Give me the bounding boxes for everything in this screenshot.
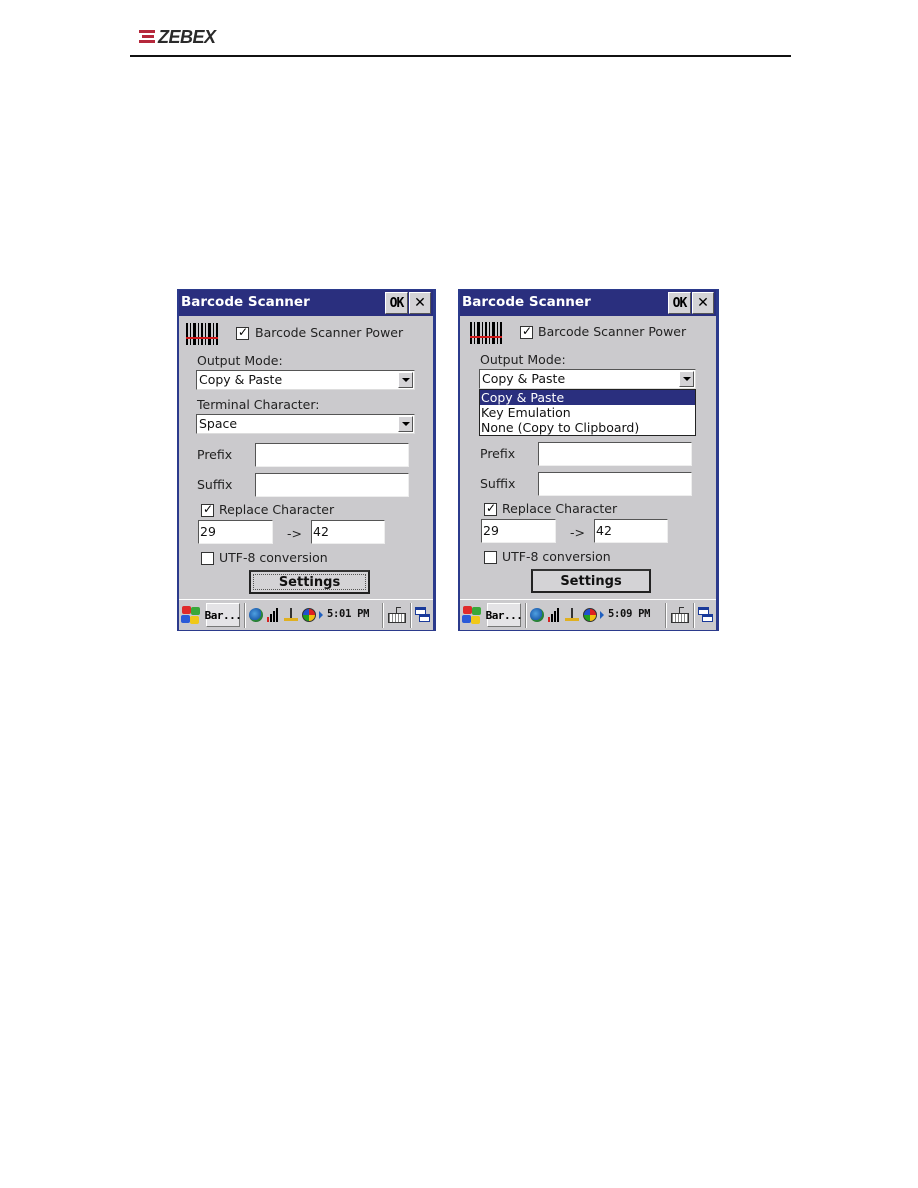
utf8-label: UTF-8 conversion: [219, 550, 328, 565]
suffix-input[interactable]: [255, 473, 409, 497]
close-button[interactable]: ✕: [409, 292, 431, 314]
power-label: Barcode Scanner Power: [255, 325, 404, 340]
tray-expand-icon[interactable]: [319, 611, 323, 619]
dropdown-option-copy-paste[interactable]: Copy & Paste: [480, 390, 695, 405]
replace-to-input[interactable]: 42: [311, 520, 385, 544]
replace-from-input[interactable]: 29: [198, 520, 273, 544]
utf8-checkbox[interactable]: [484, 551, 497, 564]
chevron-down-icon[interactable]: [398, 372, 413, 388]
barcode-icon: [186, 323, 218, 345]
settings-button[interactable]: Settings: [531, 569, 651, 593]
power-label: Barcode Scanner Power: [538, 324, 687, 339]
ok-button[interactable]: OK: [385, 292, 408, 314]
header-divider: [130, 55, 791, 57]
brand-name: ZEBEX: [158, 27, 216, 47]
suffix-label: Suffix: [197, 477, 233, 492]
network-globe-icon[interactable]: [249, 608, 263, 622]
prefix-input[interactable]: [255, 443, 409, 467]
taskbar-app-button[interactable]: Bar...: [486, 603, 523, 627]
dropdown-option-key-emulation[interactable]: Key Emulation: [480, 405, 695, 420]
taskbar-separator: [410, 603, 412, 628]
title-bar: Barcode Scanner OK ✕: [179, 290, 433, 316]
window: Barcode Scanner OK ✕ ✓ Barcode Scanner P…: [460, 290, 716, 630]
output-mode-value: Copy & Paste: [482, 371, 566, 386]
replace-character-checkbox[interactable]: ✓: [201, 502, 214, 517]
clock[interactable]: 5:01 PM: [327, 608, 369, 620]
check-icon: ✓: [203, 502, 214, 516]
close-icon: ✕: [414, 295, 426, 311]
utf8-checkbox[interactable]: [201, 552, 214, 565]
suffix-input[interactable]: [538, 472, 692, 496]
network-globe-icon[interactable]: [530, 608, 544, 622]
terminal-character-value: Space: [199, 416, 238, 431]
connection-icon[interactable]: [565, 608, 579, 622]
media-icon[interactable]: [583, 608, 597, 622]
output-mode-value: Copy & Paste: [199, 372, 283, 387]
replace-character-label: Replace Character: [219, 502, 335, 517]
taskbar-separator: [665, 603, 667, 628]
output-mode-select[interactable]: Copy & Paste: [196, 370, 415, 390]
screenshot-right: Barcode Scanner OK ✕ ✓ Barcode Scanner P…: [458, 289, 719, 631]
windows-start-icon[interactable]: [462, 605, 482, 625]
replace-character-label: Replace Character: [502, 501, 618, 516]
settings-button[interactable]: Settings: [249, 570, 370, 594]
tray-expand-icon[interactable]: [600, 611, 604, 619]
close-button[interactable]: ✕: [692, 292, 714, 314]
zebex-logo-mark-icon: [139, 29, 157, 45]
barcode-icon: [470, 322, 502, 344]
clock[interactable]: 5:09 PM: [608, 608, 650, 620]
zebex-logo: ZEBEX: [139, 27, 216, 47]
taskbar-separator: [525, 603, 527, 628]
keyboard-icon[interactable]: [671, 606, 689, 624]
power-checkbox[interactable]: ✓: [236, 325, 249, 340]
window-title: Barcode Scanner: [462, 294, 591, 310]
taskbar-app-button[interactable]: Bar...: [205, 603, 242, 627]
replace-character-checkbox[interactable]: ✓: [484, 501, 497, 516]
taskbar: Bar... 5:01 PM: [179, 599, 433, 630]
window-title: Barcode Scanner: [181, 294, 310, 310]
check-icon: ✓: [522, 324, 533, 338]
replace-to-input[interactable]: 42: [594, 519, 668, 543]
prefix-input[interactable]: [538, 442, 692, 466]
media-icon[interactable]: [302, 608, 316, 622]
window: Barcode Scanner OK ✕ ✓ Barcode Scanner P…: [179, 290, 433, 630]
prefix-label: Prefix: [197, 447, 233, 462]
replace-from-input[interactable]: 29: [481, 519, 556, 543]
taskbar-separator: [382, 603, 384, 628]
replace-arrow-text: ->: [287, 526, 302, 541]
dropdown-option-none-clipboard[interactable]: None (Copy to Clipboard): [480, 420, 695, 435]
terminal-character-select[interactable]: Space: [196, 414, 415, 434]
ok-button[interactable]: OK: [668, 292, 691, 314]
chevron-down-icon[interactable]: [679, 371, 694, 387]
taskbar-separator: [244, 603, 246, 628]
keyboard-icon[interactable]: [388, 606, 406, 624]
output-mode-select[interactable]: Copy & Paste: [479, 369, 696, 389]
windows-start-icon[interactable]: [181, 605, 201, 625]
prefix-label: Prefix: [480, 446, 516, 461]
connection-icon[interactable]: [284, 608, 298, 622]
close-icon: ✕: [697, 295, 709, 311]
taskbar: Bar... 5:09 PM: [460, 599, 716, 630]
output-mode-label: Output Mode:: [480, 352, 566, 367]
show-desktop-icon[interactable]: [698, 606, 714, 624]
check-icon: ✓: [238, 325, 249, 339]
utf8-label: UTF-8 conversion: [502, 549, 611, 564]
terminal-character-label: Terminal Character:: [197, 397, 320, 412]
signal-strength-icon[interactable]: [267, 608, 281, 622]
chevron-down-icon[interactable]: [398, 416, 413, 432]
power-checkbox[interactable]: ✓: [520, 324, 533, 339]
check-icon: ✓: [486, 501, 497, 515]
taskbar-separator: [693, 603, 695, 628]
show-desktop-icon[interactable]: [415, 606, 431, 624]
output-mode-label: Output Mode:: [197, 353, 283, 368]
replace-arrow-text: ->: [570, 525, 585, 540]
signal-strength-icon[interactable]: [548, 608, 562, 622]
screenshot-left: Barcode Scanner OK ✕ ✓ Barcode Scanner P…: [177, 289, 436, 631]
title-bar: Barcode Scanner OK ✕: [460, 290, 716, 316]
suffix-label: Suffix: [480, 476, 516, 491]
output-mode-dropdown-list: Copy & Paste Key Emulation None (Copy to…: [479, 389, 696, 436]
